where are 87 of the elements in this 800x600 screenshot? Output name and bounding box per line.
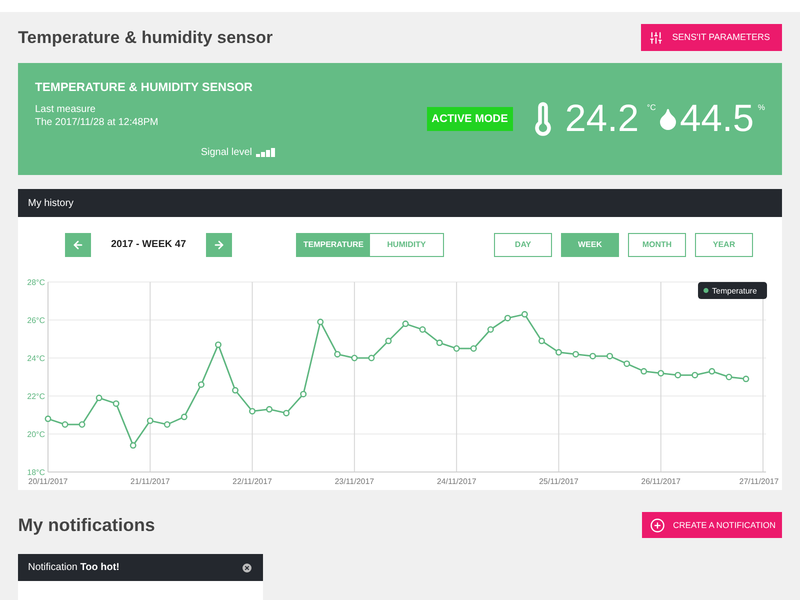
sliders-icon — [649, 30, 663, 44]
data-point — [317, 318, 324, 326]
axis-label: 28°C — [27, 278, 45, 287]
notifications-title: My notifications — [18, 514, 156, 537]
humidity-unit: % — [758, 102, 765, 114]
data-point — [624, 360, 630, 367]
create-notification-button[interactable]: CREATE A NOTIFICATION — [642, 512, 782, 538]
data-point — [504, 314, 511, 322]
data-point — [453, 345, 460, 352]
data-point — [606, 352, 614, 360]
metric-tab[interactable]: TEMPERATURE — [297, 234, 370, 256]
data-point — [470, 345, 477, 352]
range-tab[interactable]: YEAR — [695, 232, 753, 256]
history-header: My history — [18, 189, 782, 217]
axis-label: 24/11/2017 — [436, 477, 476, 486]
data-point — [640, 368, 648, 375]
data-point — [62, 421, 68, 428]
data-point — [521, 311, 528, 318]
plus-icon — [650, 518, 665, 532]
data-point — [96, 394, 102, 402]
data-point — [572, 350, 579, 358]
mode-badge: ACTIVE MODE — [426, 106, 513, 132]
signal-label: Signal level — [200, 146, 252, 160]
data-point — [78, 421, 86, 428]
data-point — [708, 368, 716, 375]
notification-title: Notification Too hot! — [28, 561, 120, 575]
data-point — [146, 417, 154, 424]
range-tab[interactable]: WEEK — [561, 232, 619, 256]
data-point — [742, 376, 750, 382]
card-title: TEMPERATURE & HUMIDITY SENSOR — [35, 79, 254, 96]
humidity-value: 44.5 — [680, 100, 754, 138]
data-point — [658, 370, 664, 376]
last-measure-time: The 2017/11/28 at 12:48PM — [35, 116, 160, 129]
last-measure-label: Last measure — [35, 104, 97, 116]
axis-label: 22/11/2017 — [232, 477, 272, 486]
axis-label: 22°C — [27, 392, 45, 401]
data-point — [385, 338, 392, 344]
axis-label: 25/11/2017 — [539, 477, 578, 486]
data-point — [214, 341, 222, 348]
axis-label: 24°C — [27, 354, 45, 363]
temperature-value: 24.2 — [564, 100, 639, 138]
axis-label: 18°C — [27, 468, 45, 477]
data-point — [130, 442, 136, 449]
data-point — [232, 387, 239, 394]
range-tab[interactable]: DAY — [494, 232, 552, 256]
axis-label: 21/11/2017 — [130, 477, 170, 486]
arrow-right-icon — [213, 238, 225, 250]
data-point — [249, 408, 256, 414]
axis-label: 26/11/2017 — [641, 477, 681, 486]
data-point — [402, 320, 409, 328]
data-point — [112, 400, 120, 407]
axis-label: 26°C — [27, 316, 45, 325]
data-point — [590, 352, 596, 360]
data-point — [555, 349, 562, 356]
close-icon[interactable] — [241, 562, 253, 574]
range-tab[interactable]: MONTH — [628, 232, 686, 256]
data-point — [198, 381, 204, 388]
data-point — [351, 354, 358, 362]
temperature-unit: °C — [646, 102, 656, 114]
data-point — [436, 340, 443, 346]
next-button[interactable] — [206, 232, 232, 256]
data-point — [726, 374, 732, 380]
previous-button[interactable] — [65, 232, 91, 256]
data-point — [164, 421, 170, 428]
axis-label: 20°C — [27, 430, 45, 439]
signal-icon — [256, 148, 275, 157]
arrow-left-icon — [72, 238, 84, 250]
data-point — [44, 416, 52, 422]
axis-label: 20/11/2017 — [28, 477, 68, 486]
data-point — [283, 410, 290, 416]
data-point — [180, 414, 188, 420]
data-point — [419, 326, 426, 333]
period-label: 2017 - WEEK 47 — [110, 238, 188, 252]
parameters-button[interactable]: SENS'IT PARAMETERS — [641, 24, 782, 51]
axis-label: 23/11/2017 — [334, 477, 374, 486]
data-point — [368, 354, 375, 362]
page-title: Temperature & humidity sensor — [18, 26, 273, 49]
legend-label: Temperature — [712, 286, 758, 296]
data-point — [300, 390, 307, 398]
data-point — [334, 350, 341, 358]
chart-legend: Temperature — [698, 282, 767, 299]
data-point — [692, 372, 698, 378]
data-point — [674, 372, 682, 378]
axis-label: 27/11/2017 — [739, 477, 779, 486]
data-point — [266, 406, 273, 413]
data-point — [538, 338, 545, 344]
data-point — [487, 326, 494, 333]
